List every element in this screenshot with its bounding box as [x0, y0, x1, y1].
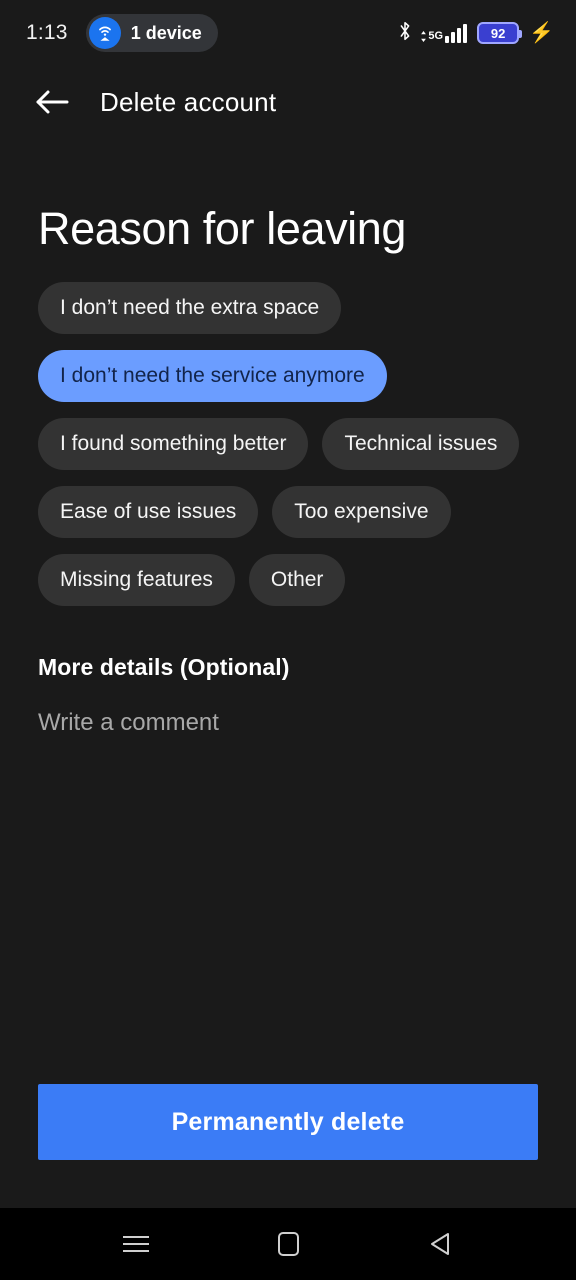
signal-bars [445, 23, 468, 43]
nav-home-button[interactable] [256, 1212, 320, 1276]
arrow-left-icon [36, 90, 69, 114]
back-button[interactable] [28, 78, 76, 126]
network-type-label: 5G [420, 30, 443, 42]
signal-icon: 5G [420, 23, 468, 43]
reason-chip-technical-issues[interactable]: Technical issues [322, 417, 520, 470]
reason-chip-service-anymore[interactable]: I don’t need the service anymore [38, 349, 387, 402]
main-content: Reason for leaving I don’t need the extr… [0, 138, 576, 1084]
nav-recents-button[interactable] [104, 1212, 168, 1276]
triangle-left-icon [431, 1233, 449, 1255]
page-title: Reason for leaving [38, 203, 407, 254]
device-pill-label: 1 device [130, 22, 202, 43]
app-bar-title: Delete account [100, 86, 277, 117]
bluetooth-icon [397, 20, 413, 47]
reason-chip-other[interactable]: Other [248, 553, 346, 606]
battery-percent-label: 92 [490, 25, 506, 41]
comment-area [38, 706, 538, 1084]
reason-chip-group: I don’t need the extra space I don’t nee… [38, 281, 538, 606]
reason-chip-extra-space[interactable]: I don’t need the extra space [38, 281, 342, 334]
status-clock: 1:13 [26, 21, 68, 44]
hotspot-icon [88, 17, 121, 49]
reason-chip-found-better[interactable]: I found something better [38, 417, 309, 470]
status-bar: 1:13 1 device 5G 92 ⚡ [0, 0, 576, 66]
menu-lines-icon [123, 1236, 149, 1252]
permanently-delete-button[interactable]: Permanently delete [38, 1084, 538, 1160]
system-nav-bar [0, 1208, 576, 1280]
action-bar: Permanently delete [0, 1084, 576, 1208]
reason-chip-too-expensive[interactable]: Too expensive [272, 485, 451, 538]
phone-screen: 1:13 1 device 5G 92 ⚡ Delete account Rea… [0, 0, 576, 1280]
reason-chip-ease-of-use[interactable]: Ease of use issues [38, 485, 259, 538]
nav-back-button[interactable] [408, 1212, 472, 1276]
comment-input[interactable] [38, 706, 538, 1084]
status-icons: 5G 92 ⚡ [397, 20, 554, 47]
charging-bolt-icon: ⚡ [529, 22, 554, 44]
device-pill[interactable]: 1 device [85, 14, 218, 52]
more-details-label: More details (Optional) [38, 653, 290, 680]
square-icon [277, 1232, 299, 1256]
app-bar: Delete account [0, 66, 576, 138]
reason-chip-missing-features[interactable]: Missing features [38, 553, 235, 606]
battery-indicator: 92 [477, 22, 523, 44]
